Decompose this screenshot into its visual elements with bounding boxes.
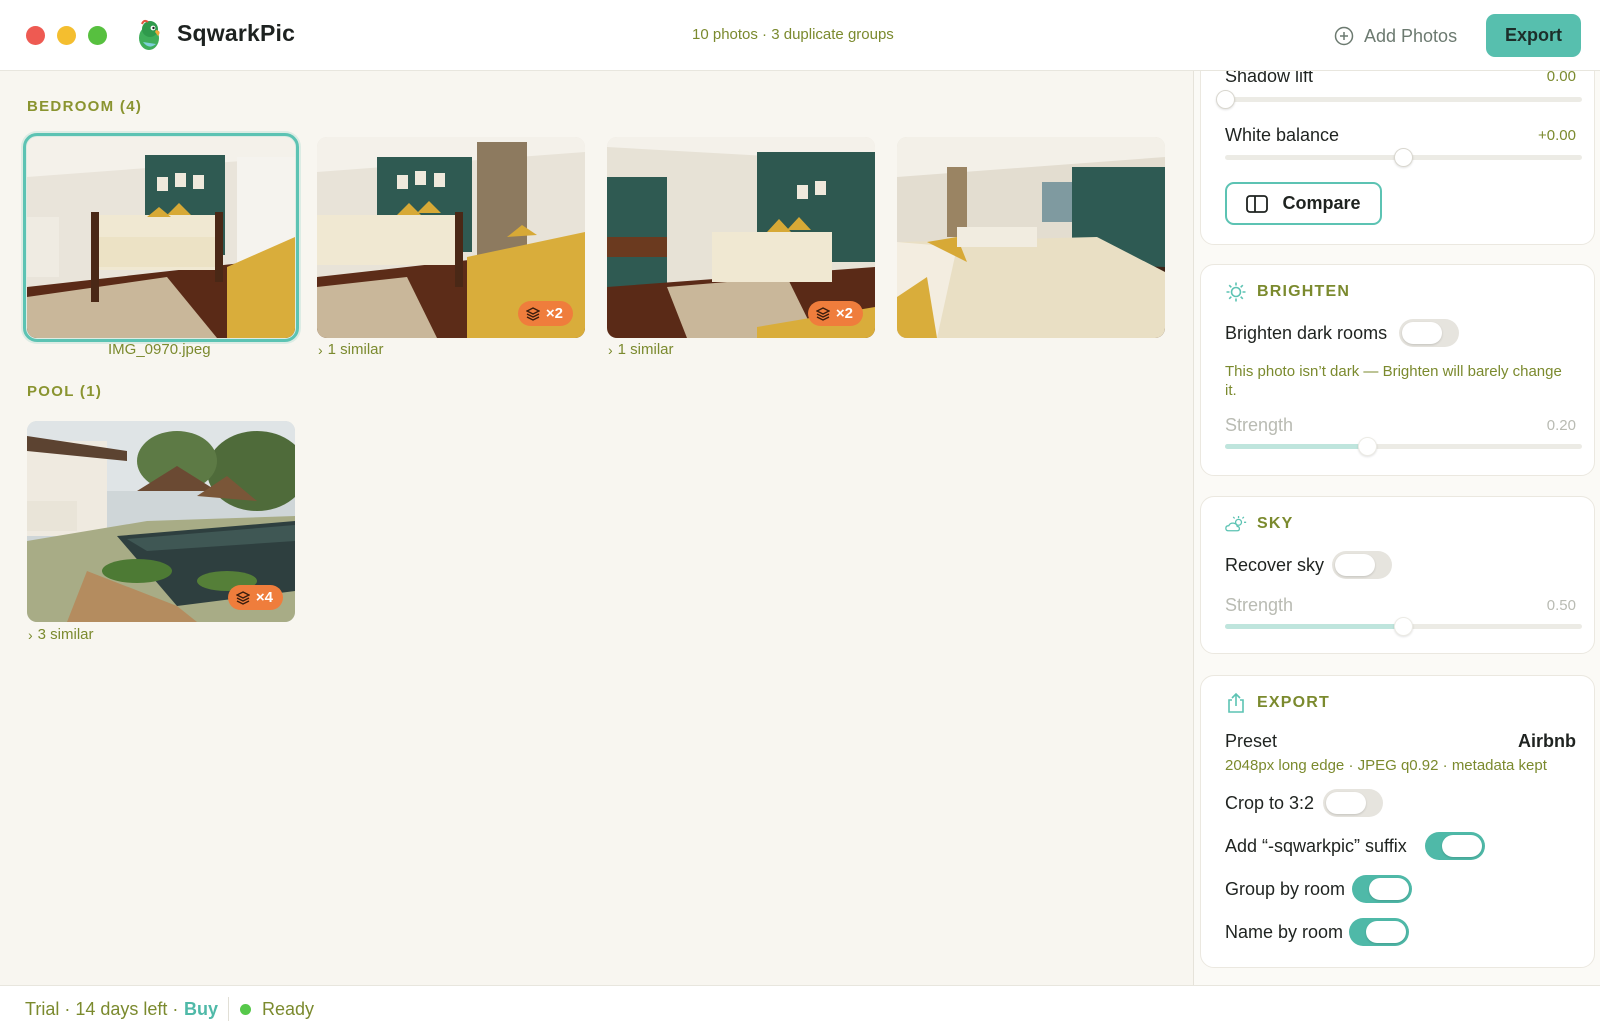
similar-toggle[interactable]: › 3 similar xyxy=(28,626,94,643)
crop-toggle[interactable] xyxy=(1323,789,1383,817)
cloud-sun-icon xyxy=(1225,515,1247,532)
photo-grid: BEDROOM (4) IMG_0970.jpeg ×2 › 1 similar… xyxy=(0,71,1193,985)
chevron-right-icon: › xyxy=(28,626,33,643)
export-button[interactable]: Export xyxy=(1486,14,1581,57)
group-title-pool: POOL (1) xyxy=(27,383,103,400)
stack-layers-icon xyxy=(235,590,250,605)
group-title-bedroom: BEDROOM (4) xyxy=(27,98,143,115)
slider-knob[interactable] xyxy=(1394,617,1413,636)
slider-fill xyxy=(1225,444,1367,449)
export-option-label: Crop to 3:2 xyxy=(1225,793,1315,813)
compare-label: Compare xyxy=(1282,193,1361,213)
duplicate-count: ×2 xyxy=(545,305,563,322)
chevron-right-icon: › xyxy=(608,341,613,358)
sky-header: SKY xyxy=(1225,513,1294,535)
ready-status: Ready xyxy=(262,999,315,1019)
group-by-room-toggle[interactable] xyxy=(1352,875,1412,903)
add-photos-button[interactable]: Add Photos xyxy=(1334,20,1457,52)
sky-toggle-label: Recover sky xyxy=(1225,555,1325,575)
similar-count: 1 similar xyxy=(327,341,384,358)
status-indicator-icon xyxy=(240,1004,251,1015)
sky-strength-value: 0.50 xyxy=(1546,597,1576,614)
export-card: EXPORT Preset Airbnb 2048px long edge · … xyxy=(1200,675,1595,968)
status-bar: Trial · 14 days left · Buy Ready xyxy=(0,985,1600,1030)
sky-toggle[interactable] xyxy=(1332,551,1392,579)
brighten-strength-slider[interactable] xyxy=(1225,437,1582,456)
close-window-button[interactable] xyxy=(26,26,45,45)
export-option-label: Add “-sqwarkpic” suffix xyxy=(1225,836,1407,856)
slider-knob[interactable] xyxy=(1394,148,1413,167)
bedroom-photo xyxy=(897,137,1165,338)
duplicate-count-badge: ×4 xyxy=(227,585,283,610)
export-title: EXPORT xyxy=(1257,694,1330,711)
minimize-window-button[interactable] xyxy=(57,26,76,45)
photo-thumbnail[interactable] xyxy=(23,133,299,342)
sun-icon xyxy=(1226,282,1246,302)
share-upload-icon xyxy=(1228,692,1244,713)
buy-link[interactable]: Buy xyxy=(184,999,218,1020)
brighten-title: BRIGHTEN xyxy=(1257,283,1351,300)
photo-summary: 10 photos · 3 duplicate groups xyxy=(692,26,894,43)
sky-card: SKY Recover sky Strength 0.50 xyxy=(1200,496,1595,654)
duplicate-count-badge: ×2 xyxy=(517,301,573,326)
white-balance-label: White balance xyxy=(1225,125,1340,145)
stack-layers-icon xyxy=(525,306,540,321)
similar-count: 1 similar xyxy=(617,341,674,358)
stack-layers-icon xyxy=(815,306,830,321)
photo-thumbnail[interactable]: ×2 xyxy=(317,137,585,338)
slider-knob[interactable] xyxy=(1358,437,1377,456)
parrot-logo-icon xyxy=(139,19,160,50)
brighten-strength-label: Strength xyxy=(1225,415,1294,435)
export-header: EXPORT xyxy=(1225,692,1330,714)
add-photos-label: Add Photos xyxy=(1364,25,1458,46)
title-bar: SqwarkPic 10 photos · 3 duplicate groups… xyxy=(0,0,1600,71)
photo-thumbnail[interactable]: ×2 xyxy=(607,137,875,338)
brighten-toggle[interactable] xyxy=(1399,319,1459,347)
slider-fill xyxy=(1225,624,1403,629)
status-divider xyxy=(228,997,229,1021)
zoom-window-button[interactable] xyxy=(88,26,107,45)
brighten-card: BRIGHTEN Brighten dark rooms This photo … xyxy=(1200,264,1595,476)
app-name: SqwarkPic xyxy=(177,20,296,46)
similar-count: 3 similar xyxy=(37,626,94,643)
preset-label: Preset xyxy=(1225,731,1278,751)
white-balance-value: +0.00 xyxy=(1538,127,1576,144)
sky-strength-slider[interactable] xyxy=(1225,617,1582,636)
chevron-right-icon: › xyxy=(318,341,323,358)
preset-description: 2048px long edge · JPEG q0.92 · metadata… xyxy=(1225,757,1547,774)
shadow-lift-slider[interactable] xyxy=(1216,90,1582,109)
similar-toggle[interactable]: › 1 similar xyxy=(608,341,674,358)
brighten-toggle-label: Brighten dark rooms xyxy=(1225,323,1388,343)
photo-thumbnail[interactable]: ×4 xyxy=(27,421,295,622)
shadow-lift-label: Shadow lift xyxy=(1225,71,1314,86)
suffix-toggle[interactable] xyxy=(1425,832,1485,860)
compare-button[interactable]: Compare xyxy=(1225,182,1382,225)
duplicate-count: ×2 xyxy=(835,305,853,322)
export-option-label: Group by room xyxy=(1225,879,1346,899)
white-balance-slider[interactable] xyxy=(1225,148,1582,167)
brighten-note: This photo isn’t dark — Brighten will ba… xyxy=(1225,363,1562,399)
split-view-icon xyxy=(1246,194,1269,213)
brighten-header: BRIGHTEN xyxy=(1225,281,1350,303)
similar-toggle[interactable]: › 1 similar xyxy=(318,341,384,358)
plus-circle-icon xyxy=(1334,26,1354,46)
brighten-strength-value: 0.20 xyxy=(1546,417,1576,434)
sky-title: SKY xyxy=(1257,515,1294,532)
bedroom-photo xyxy=(27,137,295,338)
shadow-lift-value: 0.00 xyxy=(1546,71,1576,85)
photo-filename: IMG_0970.jpeg xyxy=(108,341,211,358)
adjustments-panel: Shadow lift 0.00 White balance +0.00 Com… xyxy=(1193,71,1600,985)
duplicate-count: ×4 xyxy=(255,589,273,606)
export-option-label: Name by room xyxy=(1225,922,1344,942)
preset-value[interactable]: Airbnb xyxy=(1518,731,1576,752)
trial-status: Trial · 14 days left · xyxy=(25,999,179,1019)
adjust-card: Shadow lift 0.00 White balance +0.00 Com… xyxy=(1200,71,1595,245)
photo-thumbnail[interactable] xyxy=(897,137,1165,338)
name-by-room-toggle[interactable] xyxy=(1349,918,1409,946)
duplicate-count-badge: ×2 xyxy=(807,301,863,326)
sky-strength-label: Strength xyxy=(1225,595,1294,615)
slider-knob[interactable] xyxy=(1216,90,1235,109)
